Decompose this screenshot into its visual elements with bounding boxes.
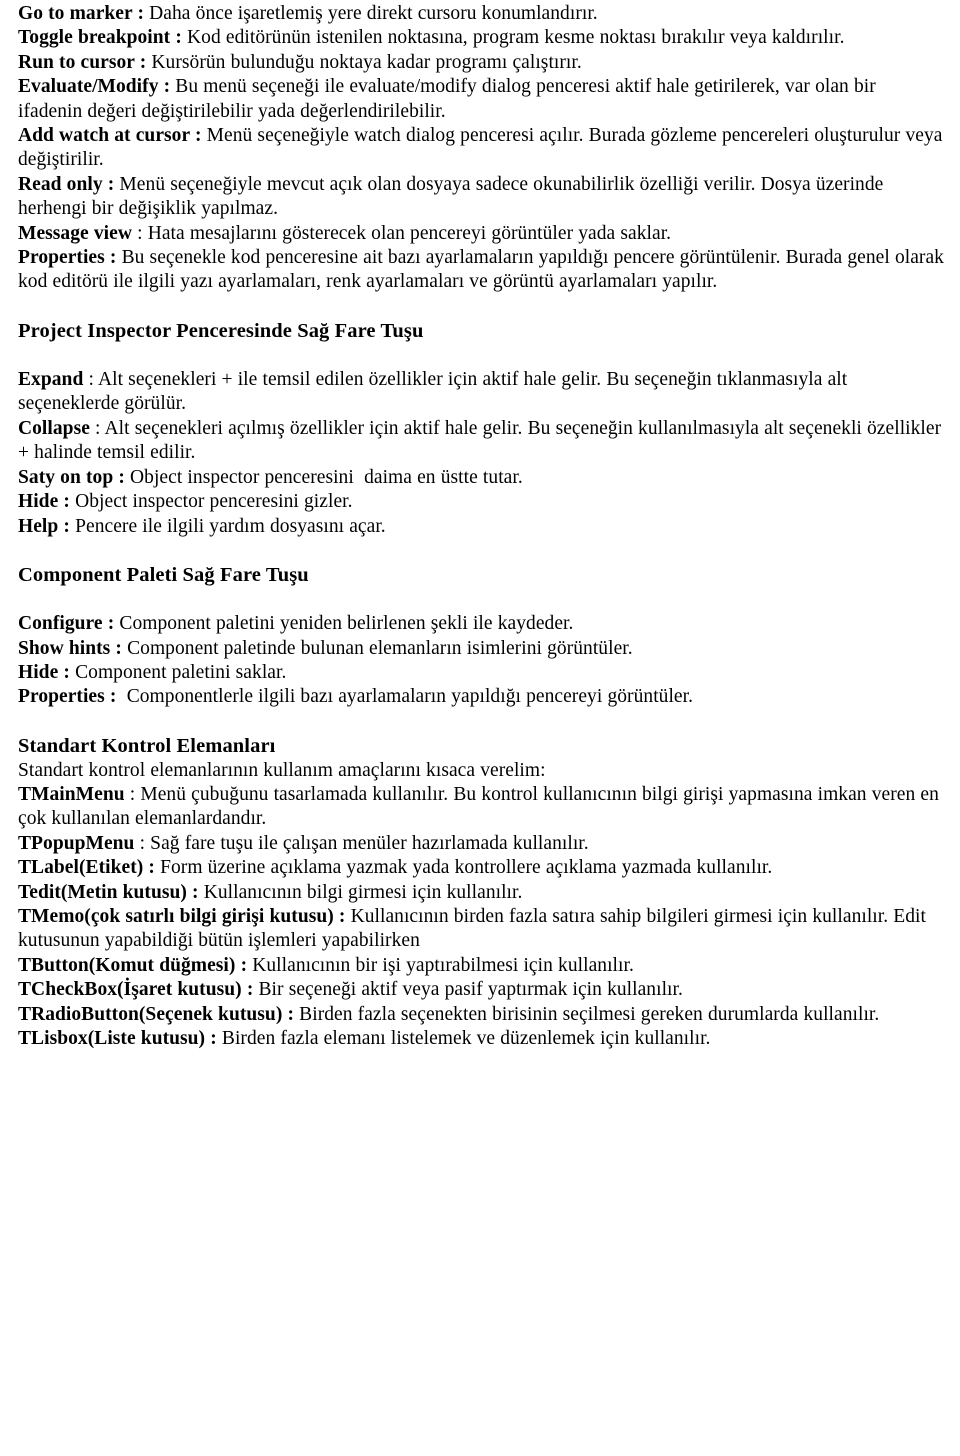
definition-term: TCheckBox(İşaret kutusu) : [18,979,254,1001]
definition-entry: Tedit(Metin kutusu) : Kullanıcının bilgi… [18,881,944,905]
definition-text: Component paletinde bulunan elemanların … [121,637,633,659]
section-component-palette: Component Paleti Sağ Fare Tuşu Configure… [18,563,944,709]
definition-text: Daha önce işaretlemiş yere direkt cursor… [144,3,598,24]
definition-entry: Hide : Object inspector penceresini gizl… [18,490,944,514]
definition-entry: TLabel(Etiket) : Form üzerine açıklama y… [18,856,944,880]
definition-term: Hide : [18,491,70,513]
definition-term: Properties : [18,686,117,708]
definition-term: Collapse [18,417,90,439]
definition-term: Go to marker : [18,3,145,24]
definition-term: Properties : [18,247,117,269]
definition-entry: Hide : Component paletini saklar. [18,661,944,685]
section-project-inspector: Project Inspector Penceresinde Sağ Fare … [18,319,944,539]
definition-entry: TCheckBox(İşaret kutusu) : Bir seçeneği … [18,978,944,1002]
definition-entry: TRadioButton(Seçenek kutusu) : Birden fa… [18,1003,944,1027]
definition-entry: Expand : Alt seçenekleri + ile temsil ed… [18,368,944,417]
definition-text: Kullanıcının bilgi girmesi için kullanıl… [198,881,523,903]
definition-term: TButton(Komut düğmesi) : [18,954,248,976]
section-standard-controls: Standart Kontrol Elemanları Standart kon… [18,734,944,1051]
definition-text: Component paletini saklar. [69,661,287,683]
definition-text: Component paletini yeniden belirlenen şe… [114,613,574,635]
definition-term: Run to cursor : [18,51,147,73]
definition-text: Componentlerle ilgili bazı ayarlamaların… [116,686,694,708]
definition-entry: Run to cursor : Kursörün bulunduğu nokta… [18,51,944,75]
definition-text: Bir seçeneği aktif veya pasif yaptırmak … [253,979,683,1001]
definition-term: Saty on top : [18,466,125,488]
definition-entry: TMainMenu : Menü çubuğunu tasarlamada ku… [18,783,944,832]
definition-term: Hide : [18,661,70,683]
definition-term: TLabel(Etiket) : [18,857,155,879]
definition-term: Add watch at cursor : [18,125,202,147]
definition-text: Form üzerine açıklama yazmak yada kontro… [154,857,773,879]
section-heading-standard-controls: Standart Kontrol Elemanları [18,735,276,758]
section-heading-component-palette: Component Paleti Sağ Fare Tuşu [18,564,309,587]
definition-term: TLisbox(Liste kutusu) : [18,1027,217,1049]
definition-text: Object inspector penceresini daima en üs… [124,466,523,488]
definition-entry: TPopupMenu : Sağ fare tuşu ile çalışan m… [18,832,944,856]
definition-term: Evaluate/Modify : [18,76,171,98]
definition-term: TMainMenu [18,783,125,805]
definition-entry: Go to marker : Daha önce işaretlemiş yer… [18,2,944,26]
definition-text: : Alt seçenekleri açılmış özellikler içi… [18,417,947,464]
definition-entry: Toggle breakpoint : Kod editörünün isten… [18,26,944,50]
definition-entry: Show hints : Component paletinde bulunan… [18,637,944,661]
definition-text: Menü seçeneğiyle mevcut açık olan dosyay… [18,173,889,220]
definition-entry: TMemo(çok satırlı bilgi girişi kutusu) :… [18,905,944,954]
section-heading-project-inspector: Project Inspector Penceresinde Sağ Fare … [18,320,424,343]
section-code-editor-menu: Go to marker : Daha önce işaretlemiş yer… [18,2,944,295]
definition-entry: Evaluate/Modify : Bu menü seçeneği ile e… [18,75,944,124]
definition-term: Configure : [18,613,115,635]
definition-entry: Help : Pencere ile ilgili yardım dosyası… [18,515,944,539]
definition-term: Expand [18,369,84,391]
definition-entry: Collapse : Alt seçenekleri açılmış özell… [18,417,944,466]
definition-entry: Configure : Component paletini yeniden b… [18,612,944,636]
definition-text: : Hata mesajlarını gösterecek olan pence… [131,222,672,244]
definition-text: : Sağ fare tuşu ile çalışan menüler hazı… [134,832,589,854]
definition-term: Toggle breakpoint : [18,27,182,49]
definition-entry: Message view : Hata mesajlarını gösterec… [18,222,944,246]
definition-text: : Menü çubuğunu tasarlamada kullanılır. … [18,783,945,830]
section-intro-standard-controls: Standart kontrol elemanlarının kullanım … [18,759,546,781]
definition-term: Help : [18,515,70,537]
definition-entry: TLisbox(Liste kutusu) : Birden fazla ele… [18,1027,944,1051]
definition-entry: Properties : Bu seçenekle kod penceresin… [18,246,944,295]
definition-text: Kullanıcının bir işi yaptırabilmesi için… [247,954,634,976]
definition-text: Kursörün bulunduğu noktaya kadar program… [146,51,582,73]
definition-term: TMemo(çok satırlı bilgi girişi kutusu) : [18,905,346,927]
definition-text: : Alt seçenekleri + ile temsil edilen öz… [18,369,853,415]
definition-text: Birden fazla elemanı listelemek ve düzen… [216,1027,711,1049]
definition-term: Tedit(Metin kutusu) : [18,881,199,903]
definition-entry: Read only : Menü seçeneğiyle mevcut açık… [18,173,944,222]
definition-term: Read only : [18,173,115,195]
definition-entry: TButton(Komut düğmesi) : Kullanıcının bi… [18,954,944,978]
definition-entry: Saty on top : Object inspector penceresi… [18,466,944,490]
definition-term: TPopupMenu [18,832,135,854]
definition-text: Pencere ile ilgili yardım dosyasını açar… [69,515,386,537]
definition-entry: Add watch at cursor : Menü seçeneğiyle w… [18,124,944,173]
definition-term: TRadioButton(Seçenek kutusu) : [18,1003,295,1025]
definition-text: Birden fazla seçenekten birisinin seçilm… [294,1003,880,1025]
definition-text: Kod editörünün istenilen noktasına, prog… [181,27,845,49]
definition-text: Object inspector penceresini gizler. [69,491,353,513]
document-page: Go to marker : Daha önce işaretlemiş yer… [0,0,960,1456]
definition-term: Show hints : [18,637,122,659]
definition-text: Bu seçenekle kod penceresine ait bazı ay… [18,247,950,293]
definition-term: Message view [18,222,132,244]
definition-entry: Properties : Componentlerle ilgili bazı … [18,685,944,709]
